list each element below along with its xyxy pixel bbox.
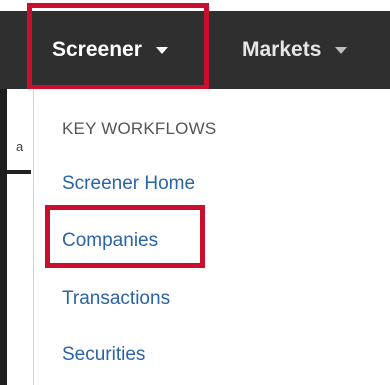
nav-markets-menu[interactable]: Markets [242, 11, 348, 89]
menu-section-heading: KEY WORKFLOWS [62, 119, 217, 138]
chevron-down-icon [335, 46, 348, 54]
nav-screener-label: Screener [52, 38, 142, 61]
background-page [7, 89, 33, 385]
nav-screener-menu[interactable]: Screener [52, 11, 168, 89]
window-left-edge [0, 89, 7, 385]
menu-item-transactions[interactable]: Transactions [62, 288, 170, 310]
top-navbar: Screener Markets [0, 11, 390, 89]
chevron-down-icon [155, 46, 168, 54]
background-page-divider [7, 170, 31, 174]
background-page-text: a [16, 139, 24, 154]
page-top-strip [0, 0, 390, 11]
screener-dropdown-menu: KEY WORKFLOWS Screener Home Companies Tr… [33, 89, 390, 385]
nav-markets-label: Markets [242, 38, 322, 61]
menu-item-securities[interactable]: Securities [62, 344, 145, 366]
menu-item-companies[interactable]: Companies [62, 230, 158, 252]
menu-item-screener-home[interactable]: Screener Home [62, 173, 195, 195]
